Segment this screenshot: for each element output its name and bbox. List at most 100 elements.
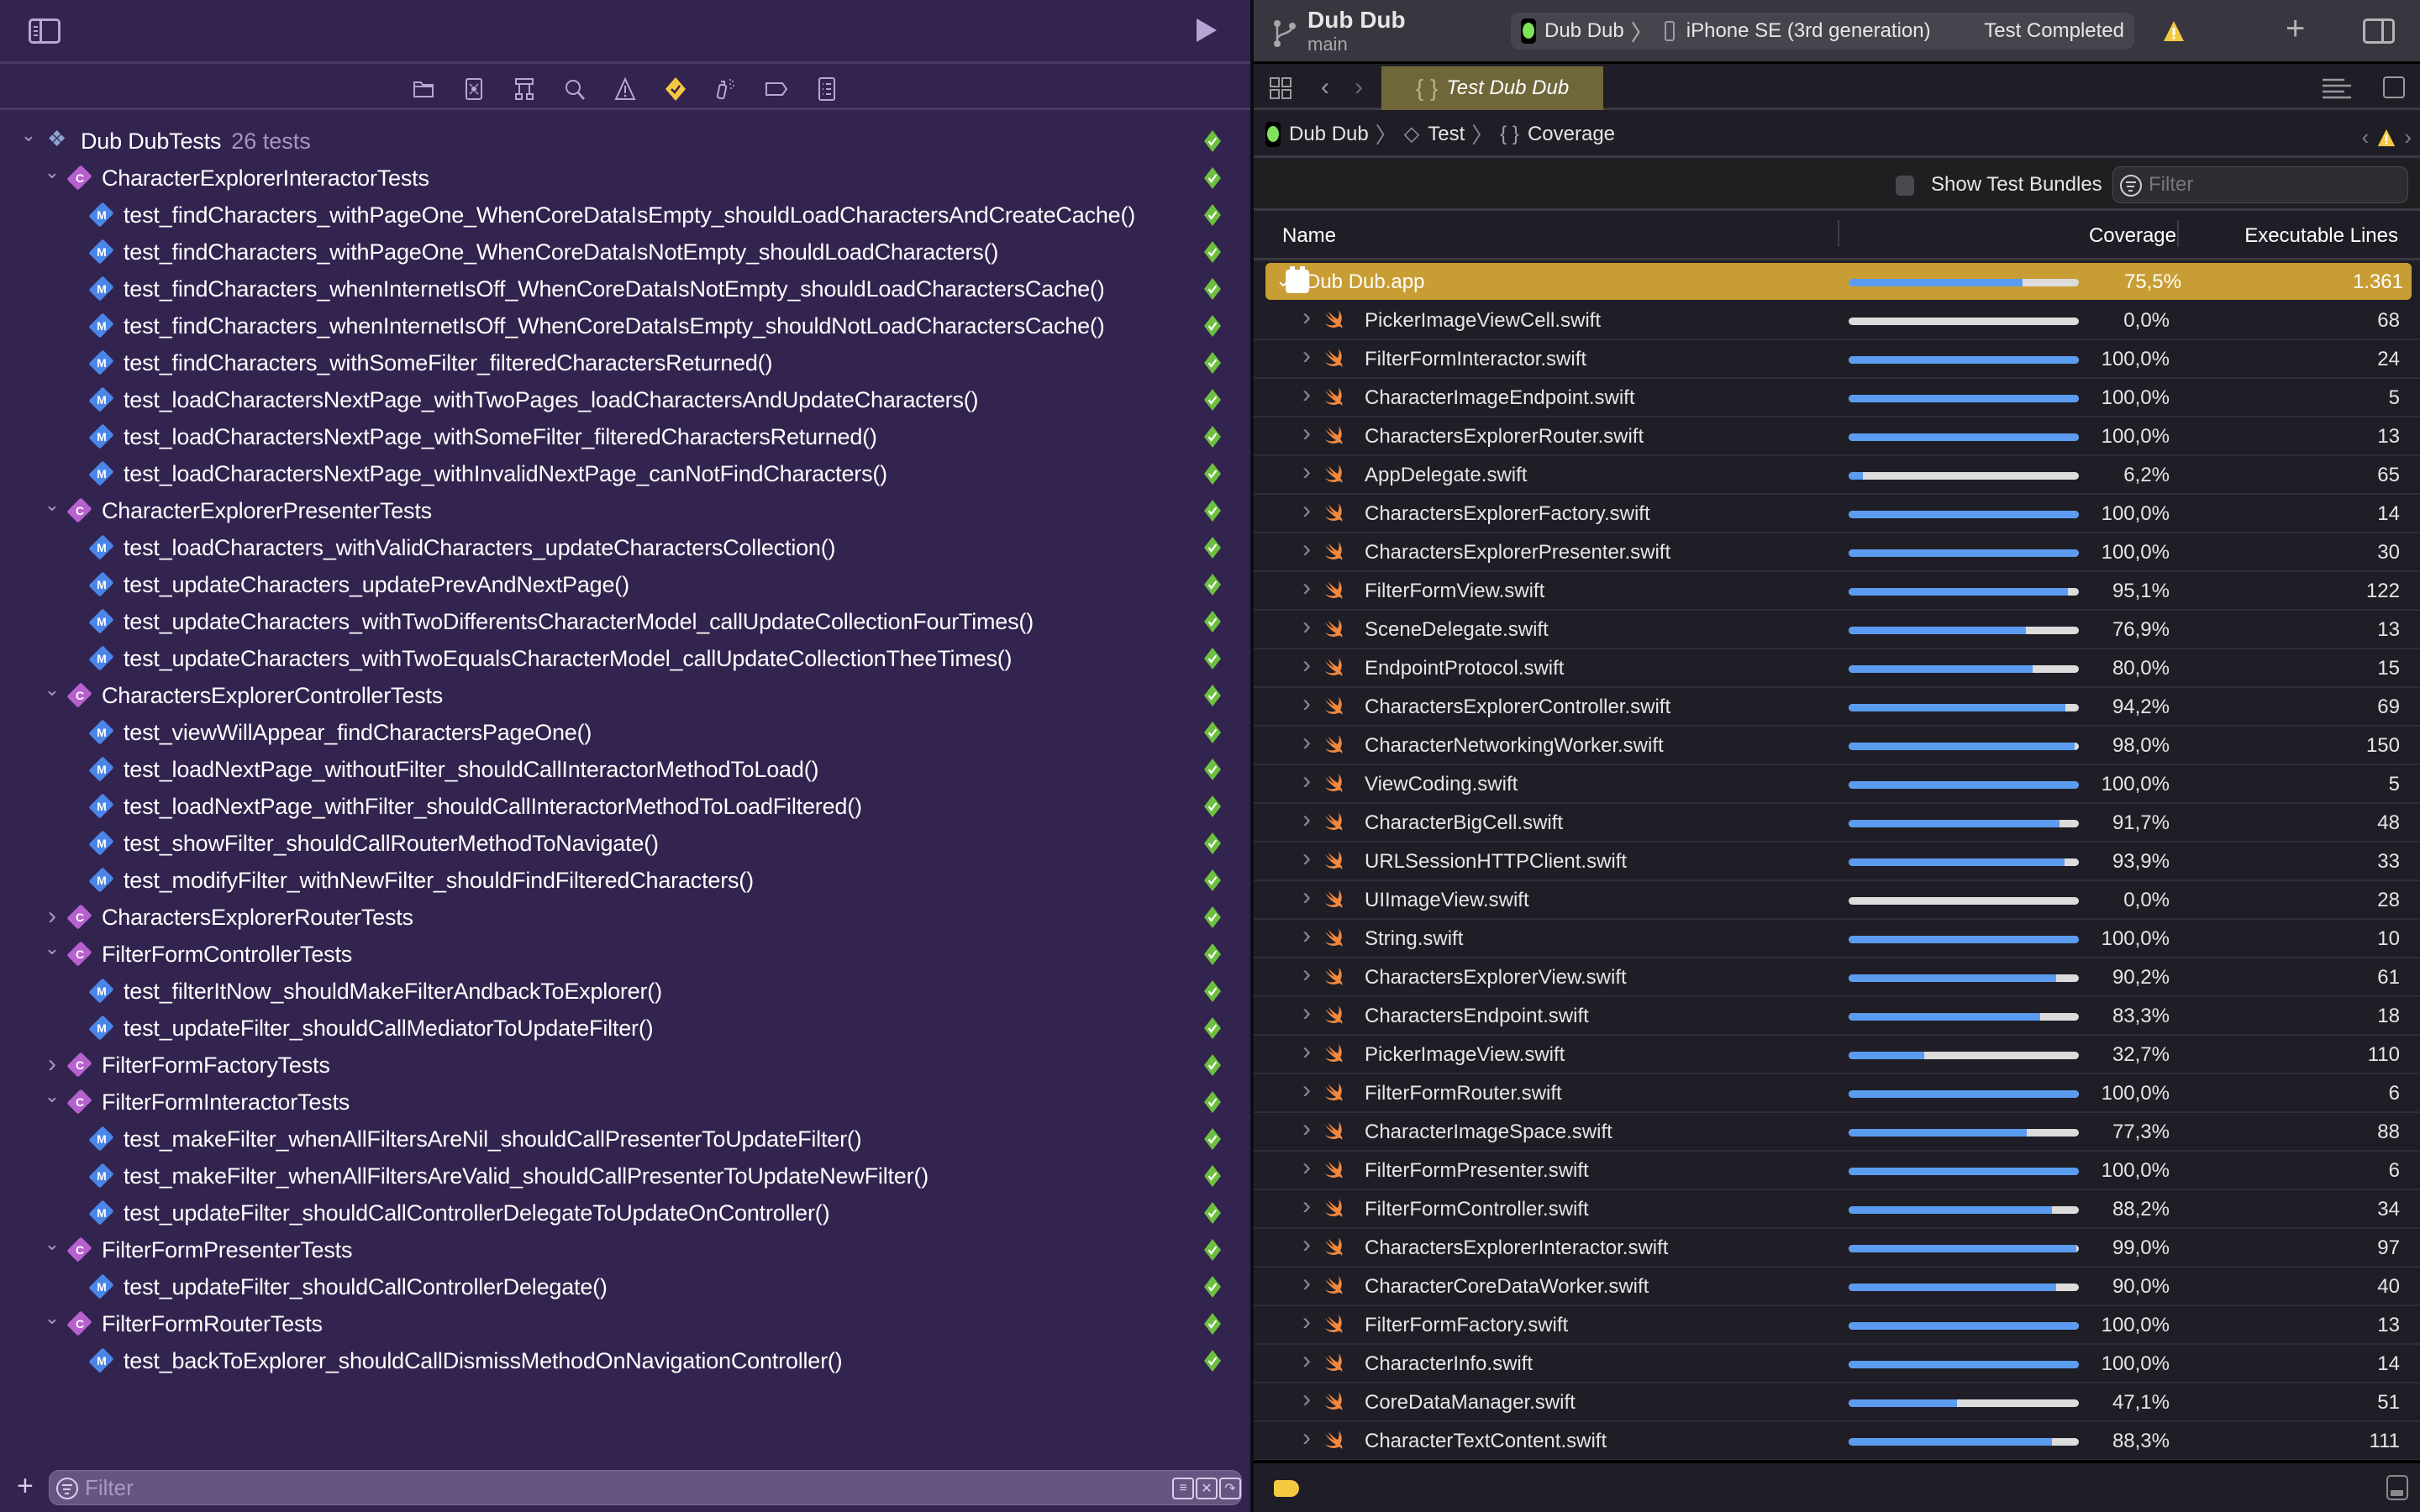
test-method-row[interactable]: Mtest_findCharacters_whenInternetIsOff_W… <box>0 307 1250 344</box>
chevron-right-icon[interactable]: › <box>1302 1115 1311 1143</box>
column-header-name[interactable]: Name <box>1282 224 1336 248</box>
test-passed-icon[interactable] <box>1204 759 1221 780</box>
test-passed-icon[interactable] <box>1204 1165 1221 1187</box>
test-passed-icon[interactable] <box>1204 1091 1221 1113</box>
coverage-row[interactable]: › CharacterNetworkingWorker.swift 98,0% 150 <box>1254 727 2420 765</box>
column-divider[interactable] <box>2177 220 2179 247</box>
coverage-row[interactable]: › ViewCoding.swift 100,0% 5 <box>1254 765 2420 804</box>
test-passed-icon[interactable] <box>1204 278 1221 300</box>
test-class-row[interactable]: ⌄ C FilterFormPresenterTests <box>0 1231 1250 1268</box>
coverage-row[interactable]: › CharacterBigCell.swift 91,7% 48 <box>1254 804 2420 843</box>
test-class-row[interactable]: ⌄ C FilterFormRouterTests <box>0 1305 1250 1342</box>
chevron-right-icon[interactable]: › <box>1302 960 1311 989</box>
coverage-row[interactable]: › URLSessionHTTPClient.swift 93,9% 33 <box>1254 843 2420 881</box>
chevron-right-icon[interactable]: › <box>1302 767 1311 795</box>
test-method-row[interactable]: Mtest_updateCharacters_updatePrevAndNext… <box>0 566 1250 603</box>
coverage-row[interactable]: › FilterFormController.swift 88,2% 34 <box>1254 1190 2420 1229</box>
chevron-down-icon[interactable]: ⌄ <box>44 1307 60 1329</box>
coverage-row[interactable]: › FilterFormFactory.swift 100,0% 13 <box>1254 1306 2420 1345</box>
test-method-row[interactable]: Mtest_loadCharacters_withValidCharacters… <box>0 529 1250 566</box>
previous-issue-button[interactable]: ‹ <box>2362 124 2370 150</box>
test-class-row[interactable]: › C CharactersExplorerRouterTests <box>0 899 1250 936</box>
test-passed-icon[interactable] <box>1204 426 1221 448</box>
test-passed-icon[interactable] <box>1204 500 1221 522</box>
chevron-right-icon[interactable]: › <box>1302 806 1311 834</box>
test-passed-icon[interactable] <box>1204 1017 1221 1039</box>
test-class-row[interactable]: ⌄ C CharactersExplorerControllerTests <box>0 677 1250 714</box>
chevron-right-icon[interactable]: › <box>1302 535 1311 564</box>
editor-options-icon[interactable] <box>2321 78 2351 100</box>
run-button[interactable] <box>1197 18 1217 42</box>
test-method-row[interactable]: Mtest_loadCharactersNextPage_withInvalid… <box>0 455 1250 492</box>
coverage-row[interactable]: › CharacterTextContent.swift 88,3% 111 <box>1254 1422 2420 1461</box>
test-navigator-icon[interactable] <box>662 76 689 102</box>
add-library-button[interactable]: + <box>2286 12 2305 45</box>
test-passed-icon[interactable] <box>1204 722 1221 743</box>
test-passed-icon[interactable] <box>1204 463 1221 485</box>
chevron-right-icon[interactable]: › <box>1302 1347 1311 1375</box>
coverage-row[interactable]: › CharacterCoreDataWorker.swift 90,0% 40 <box>1254 1268 2420 1306</box>
scheme-destination-selector[interactable]: Dub Dub 〉 iPhone SE (3rd generation) Tes… <box>1511 13 2134 50</box>
add-editor-icon[interactable] <box>2383 76 2405 98</box>
coverage-row[interactable]: › CoreDataManager.swift 47,1% 51 <box>1254 1383 2420 1422</box>
chevron-down-icon[interactable]: ⌄ <box>44 937 60 959</box>
chevron-right-icon[interactable]: › <box>1302 1308 1311 1336</box>
test-passed-icon[interactable] <box>1204 241 1221 263</box>
chevron-down-icon[interactable]: ⌄ <box>44 1085 60 1107</box>
test-method-row[interactable]: Mtest_modifyFilter_withNewFilter_shouldF… <box>0 862 1250 899</box>
branch-name[interactable]: main <box>1307 34 1348 55</box>
test-method-row[interactable]: Mtest_updateCharacters_withTwoEqualsChar… <box>0 640 1250 677</box>
chevron-right-icon[interactable]: › <box>1302 690 1311 718</box>
test-passed-icon[interactable] <box>1204 352 1221 374</box>
test-class-row[interactable]: ⌄ C CharacterExplorerInteractorTests <box>0 160 1250 197</box>
test-method-row[interactable]: Mtest_makeFilter_whenAllFiltersAreValid_… <box>0 1158 1250 1194</box>
coverage-row[interactable]: › UIImageView.swift 0,0% 28 <box>1254 881 2420 920</box>
test-method-row[interactable]: Mtest_findCharacters_withPageOne_WhenCor… <box>0 234 1250 270</box>
test-class-row[interactable]: › C FilterFormFactoryTests <box>0 1047 1250 1084</box>
test-passed-icon[interactable] <box>1204 537 1221 559</box>
test-passed-icon[interactable] <box>1204 1239 1221 1261</box>
project-navigator-icon[interactable] <box>410 76 437 102</box>
breakpoints-toggle-icon[interactable] <box>1274 1480 1299 1497</box>
report-navigator-icon[interactable] <box>813 76 840 102</box>
test-method-row[interactable]: Mtest_loadNextPage_withoutFilter_shouldC… <box>0 751 1250 788</box>
chevron-down-icon[interactable]: ⌄ <box>44 161 60 183</box>
test-method-row[interactable]: Mtest_filterItNow_shouldMakeFilterAndbac… <box>0 973 1250 1010</box>
coverage-row[interactable]: › FilterFormInteractor.swift 100,0% 24 <box>1254 340 2420 379</box>
test-class-row[interactable]: ⌄ C FilterFormInteractorTests <box>0 1084 1250 1121</box>
chevron-right-icon[interactable]: › <box>1302 342 1311 370</box>
destination-name[interactable]: iPhone SE (3rd generation) <box>1686 19 1931 43</box>
source-control-navigator-icon[interactable] <box>460 76 487 102</box>
coverage-row[interactable]: › PickerImageViewCell.swift 0,0% 68 <box>1254 302 2420 340</box>
sidebar-toggle-icon[interactable] <box>29 18 60 44</box>
navigator-filter-field[interactable]: ≡ ✕ ↷ <box>49 1470 1242 1505</box>
chevron-right-icon[interactable]: › <box>1302 883 1311 911</box>
test-method-row[interactable]: Mtest_updateFilter_shouldCallMediatorToU… <box>0 1010 1250 1047</box>
test-passed-icon[interactable] <box>1204 943 1221 965</box>
debug-navigator-icon[interactable] <box>713 76 739 102</box>
breakpoint-navigator-icon[interactable] <box>763 76 790 102</box>
test-method-row[interactable]: Mtest_findCharacters_whenInternetIsOff_W… <box>0 270 1250 307</box>
coverage-row[interactable]: › CharacterInfo.swift 100,0% 14 <box>1254 1345 2420 1383</box>
chevron-right-icon[interactable]: › <box>44 902 60 931</box>
test-passed-icon[interactable] <box>1204 980 1221 1002</box>
warning-icon[interactable] <box>2377 129 2396 147</box>
chevron-right-icon[interactable]: › <box>1302 1385 1311 1414</box>
test-bundle-row[interactable]: ⌄ ❖ Dub DubTests 26 tests <box>0 123 1250 160</box>
test-passed-icon[interactable] <box>1204 906 1221 928</box>
chevron-down-icon[interactable]: ⌄ <box>44 1233 60 1255</box>
test-passed-icon[interactable] <box>1204 1202 1221 1224</box>
breadcrumb-coverage[interactable]: Coverage <box>1528 123 1615 146</box>
coverage-filter-field[interactable] <box>2112 166 2408 203</box>
coverage-row[interactable]: › FilterFormRouter.swift 100,0% 6 <box>1254 1074 2420 1113</box>
column-header-executable-lines[interactable]: Executable Lines <box>2244 224 2398 248</box>
test-class-row[interactable]: ⌄ C FilterFormControllerTests <box>0 936 1250 973</box>
test-passed-icon[interactable] <box>1204 1276 1221 1298</box>
chevron-right-icon[interactable]: › <box>1302 381 1311 409</box>
test-method-row[interactable]: Mtest_findCharacters_withPageOne_WhenCor… <box>0 197 1250 234</box>
test-method-row[interactable]: Mtest_viewWillAppear_findCharactersPageO… <box>0 714 1250 751</box>
coverage-row[interactable]: › CharactersExplorerFactory.swift 100,0% 14 <box>1254 495 2420 533</box>
symbol-navigator-icon[interactable] <box>511 76 538 102</box>
navigate-forward-button[interactable]: › <box>1355 73 1363 102</box>
chevron-right-icon[interactable]: › <box>1302 1037 1311 1066</box>
